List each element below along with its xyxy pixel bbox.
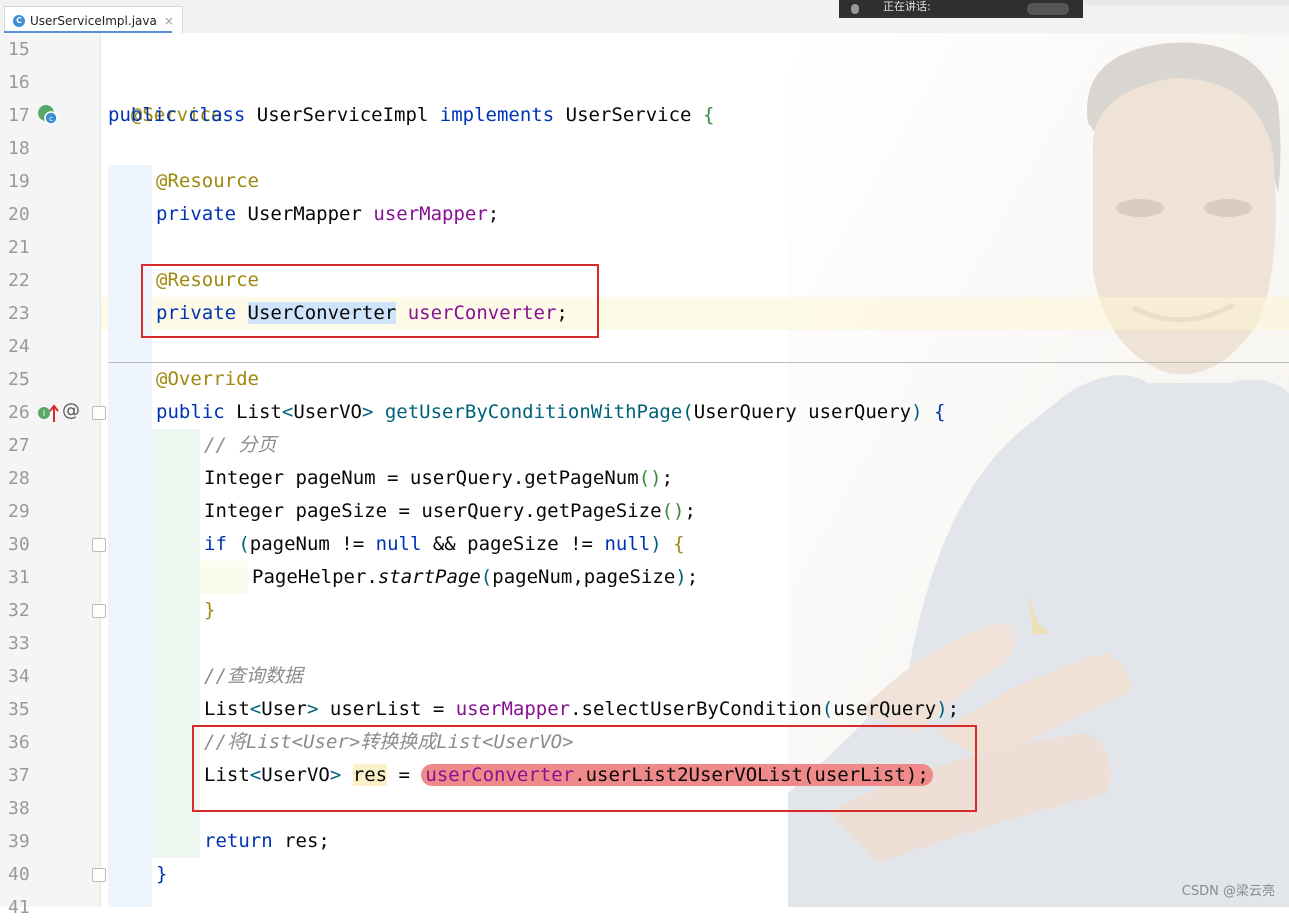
line-number[interactable]: 28: [8, 462, 48, 495]
fold-marker[interactable]: [92, 406, 106, 420]
implementation-marker-icon[interactable]: c: [37, 104, 58, 125]
annotation-box-conversion: [192, 725, 977, 812]
line-number[interactable]: 25: [8, 363, 48, 396]
close-icon[interactable]: ×: [164, 14, 174, 28]
line-number[interactable]: 35: [8, 693, 48, 726]
line-number[interactable]: 21: [8, 231, 48, 264]
indent-guide: [200, 561, 248, 594]
line-number[interactable]: 31: [8, 561, 48, 594]
speaker-avatar: [1027, 3, 1069, 15]
line-number[interactable]: 16: [8, 66, 48, 99]
watermark: CSDN @梁云亮: [1181, 884, 1275, 899]
line-number[interactable]: 27: [8, 429, 48, 462]
line-number[interactable]: 37: [8, 759, 48, 792]
line-number[interactable]: 38: [8, 792, 48, 825]
code-line-27[interactable]: // 分页: [204, 429, 276, 462]
java-class-icon: C: [13, 14, 25, 27]
line-number[interactable]: 34: [8, 660, 48, 693]
code-line-35[interactable]: List<User> userList = userMapper.selectU…: [204, 693, 959, 726]
line-number[interactable]: 40: [8, 858, 48, 891]
code-line-19[interactable]: @Resource: [156, 165, 259, 198]
line-number[interactable]: 33: [8, 627, 48, 660]
line-number[interactable]: 30: [8, 528, 48, 561]
line-number[interactable]: 23: [8, 297, 48, 330]
fold-marker[interactable]: [92, 538, 106, 552]
code-line-16[interactable]: @Service: [108, 66, 223, 126]
line-number[interactable]: 32: [8, 594, 48, 627]
line-number[interactable]: 22: [8, 264, 48, 297]
fold-marker[interactable]: [92, 604, 106, 618]
editor-tab-bar: C UserServiceImpl.java ×: [0, 0, 1289, 34]
svg-text:I: I: [43, 409, 45, 418]
code-line-25[interactable]: @Override: [156, 363, 259, 396]
tab-userserviceimpl[interactable]: C UserServiceImpl.java ×: [4, 6, 183, 34]
code-line-39[interactable]: return res;: [204, 825, 330, 858]
line-number[interactable]: 20: [8, 198, 48, 231]
line-number[interactable]: 24: [8, 330, 48, 363]
line-number[interactable]: 19: [8, 165, 48, 198]
at-annotation-icon[interactable]: @: [62, 400, 80, 421]
speaking-overlay: 正在讲话:: [839, 0, 1083, 18]
code-line-31[interactable]: PageHelper.startPage(pageNum,pageSize);: [252, 561, 698, 594]
code-line-29[interactable]: Integer pageSize = userQuery.getPageSize…: [204, 495, 696, 528]
speaking-label: 正在讲话:: [883, 0, 931, 13]
code-line-17[interactable]: public class UserServiceImpl implements …: [108, 99, 714, 132]
line-number[interactable]: 41: [8, 891, 48, 924]
line-number[interactable]: 36: [8, 726, 48, 759]
code-line-26[interactable]: public List<UserVO> getUserByConditionWi…: [156, 396, 945, 429]
code-line-20[interactable]: private UserMapper userMapper;: [156, 198, 499, 231]
microphone-icon: [851, 4, 859, 14]
svg-text:c: c: [49, 115, 53, 123]
method-separator: [108, 362, 1289, 363]
line-number[interactable]: 29: [8, 495, 48, 528]
code-line-40[interactable]: }: [156, 858, 167, 891]
code-line-32[interactable]: }: [204, 594, 215, 627]
line-number[interactable]: 39: [8, 825, 48, 858]
tab-label: UserServiceImpl.java: [30, 13, 157, 28]
fold-marker[interactable]: [92, 868, 106, 882]
code-line-28[interactable]: Integer pageNum = userQuery.getPageNum()…: [204, 462, 673, 495]
toolbar-strip: [1083, 0, 1289, 5]
line-number[interactable]: 15: [8, 33, 48, 66]
code-line-34[interactable]: //查询数据: [204, 660, 303, 693]
line-number[interactable]: 18: [8, 132, 48, 165]
code-line-30[interactable]: if (pageNum != null && pageSize != null)…: [204, 528, 685, 561]
annotation-box-resource: [141, 264, 599, 338]
